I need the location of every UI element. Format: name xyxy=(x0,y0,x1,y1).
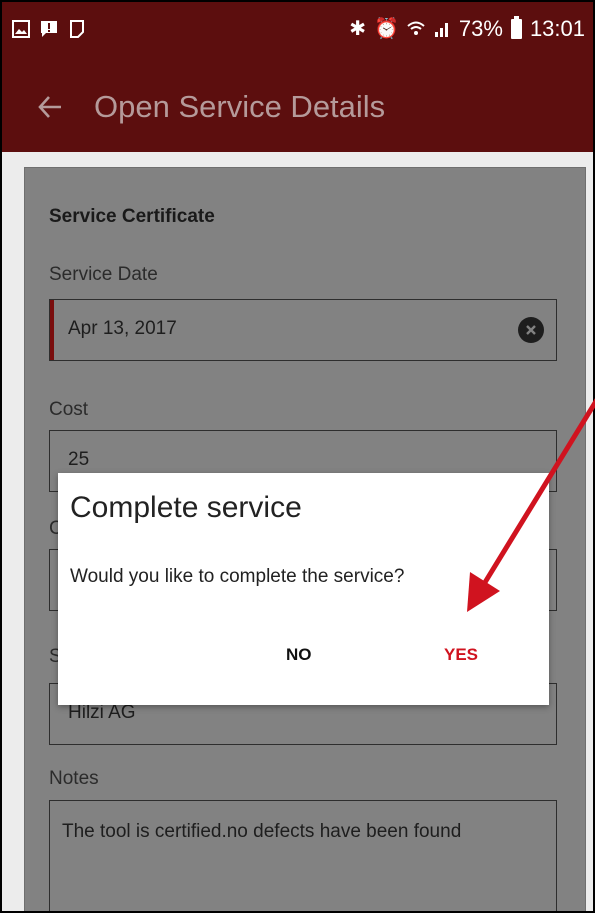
page-title: Open Service Details xyxy=(94,89,386,124)
signal-icon xyxy=(433,20,451,38)
dialog-message: Would you like to complete the service? xyxy=(70,566,405,587)
phone-screen: ✱ ⏰ 73% 13:01 Open Service Details Servi… xyxy=(0,0,595,913)
supplier-value: Hilzi AG xyxy=(68,702,136,723)
no-button[interactable]: NO xyxy=(270,635,328,675)
cost-label: Cost xyxy=(49,399,89,420)
notes-label: Notes xyxy=(49,768,99,789)
alarm-icon: ⏰ xyxy=(373,18,399,40)
arrow-left-icon xyxy=(38,96,61,118)
field-accent-bar xyxy=(50,300,54,360)
back-button[interactable] xyxy=(20,77,80,137)
dialog-title: Complete service xyxy=(70,491,302,524)
bluetooth-icon: ✱ xyxy=(349,18,366,40)
app-bar: Open Service Details xyxy=(2,62,593,152)
wifi-icon xyxy=(407,20,425,38)
screenshot-icon xyxy=(68,20,86,38)
service-date-value: Apr 13, 2017 xyxy=(68,318,177,339)
system-indicators: ✱ ⏰ 73% 13:01 xyxy=(349,16,585,42)
close-icon xyxy=(526,325,536,335)
service-date-field[interactable]: Apr 13, 2017 xyxy=(49,299,557,361)
clear-date-button[interactable] xyxy=(518,317,544,343)
notes-value: The tool is certified.no defects have be… xyxy=(62,821,462,842)
message-icon xyxy=(40,20,58,38)
battery-percent: 73% xyxy=(458,16,503,41)
section-title: Service Certificate xyxy=(49,206,215,227)
battery-icon xyxy=(510,16,522,39)
complete-service-dialog: Complete service Would you like to compl… xyxy=(58,473,549,705)
status-bar: ✱ ⏰ 73% 13:01 xyxy=(2,2,593,62)
notification-icons xyxy=(12,20,86,38)
service-date-label: Service Date xyxy=(49,264,158,285)
cost-value: 25 xyxy=(68,449,90,470)
notes-field[interactable]: The tool is certified.no defects have be… xyxy=(49,800,557,911)
yes-button[interactable]: YES xyxy=(428,635,494,675)
clock: 13:01 xyxy=(529,16,585,41)
image-icon xyxy=(12,20,30,38)
